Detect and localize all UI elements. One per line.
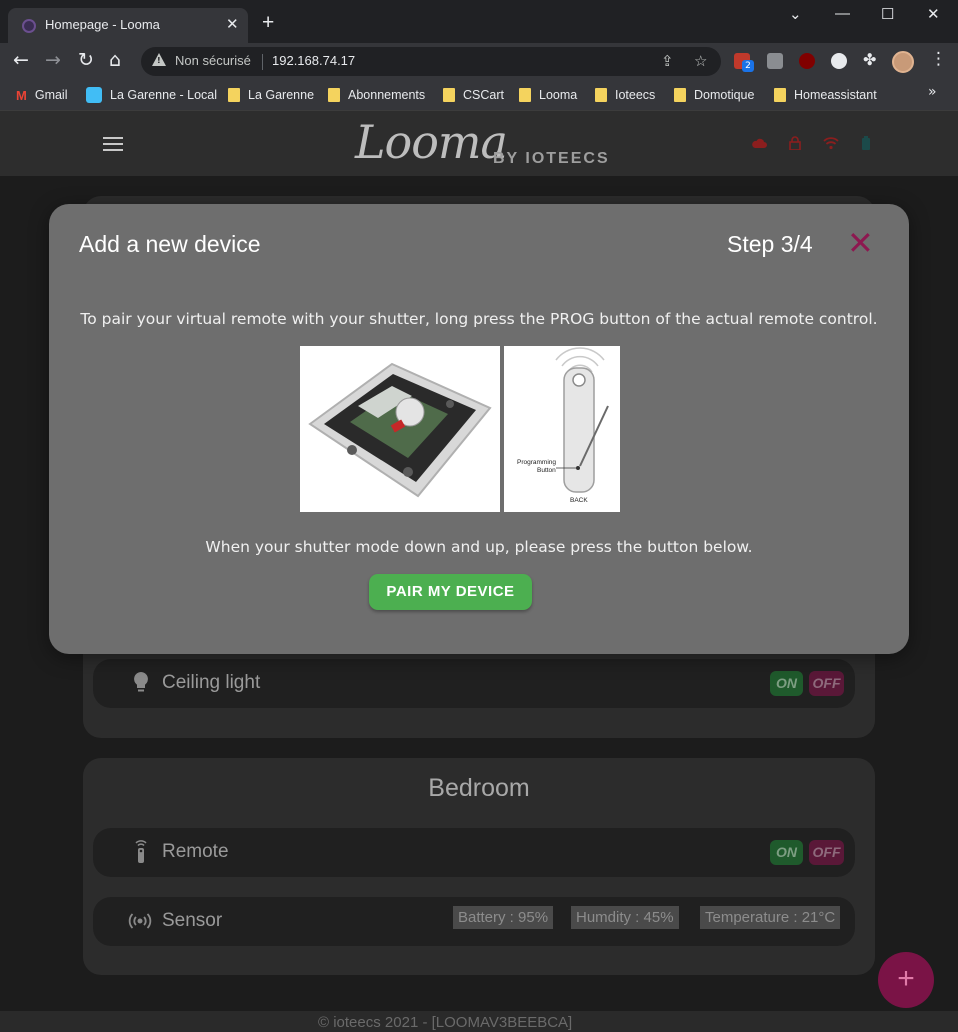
on-button[interactable]: ON <box>770 671 803 696</box>
browser-titlebar: Homepage - Looma ✕ + ⌄ — ☐ ✕ <box>0 0 958 43</box>
device-name: Ceiling light <box>162 672 261 693</box>
close-window-button[interactable]: ✕ <box>927 5 940 23</box>
forward-icon[interactable]: → <box>45 49 61 71</box>
minimize-button[interactable]: — <box>835 5 850 22</box>
folder-icon <box>774 88 786 102</box>
extensions-puzzle-icon[interactable]: ✤ <box>863 50 876 69</box>
reload-icon[interactable]: ↻ <box>78 49 94 71</box>
room-card-bedroom: Bedroom Remote ON OFF Sensor Battery : 9… <box>83 758 875 975</box>
button-label: Button <box>537 467 556 474</box>
tab-search-icon[interactable]: ⌄ <box>789 5 802 23</box>
bulb-icon <box>134 672 148 692</box>
new-tab-button[interactable]: + <box>262 12 274 33</box>
bookmark-la-garenne-local[interactable]: La Garenne - Local <box>86 85 217 105</box>
extension-badge: 2 <box>742 60 754 72</box>
camera-extension-icon[interactable] <box>767 53 783 69</box>
device-ceiling-light: Ceiling light ON OFF <box>93 659 855 708</box>
bookmark-label: La Garenne - Local <box>110 88 218 102</box>
bookmark-homeassistant[interactable]: Homeassistant <box>774 85 877 105</box>
omnibox-divider <box>262 54 263 70</box>
lock-icon <box>789 136 801 150</box>
extension-icon[interactable]: 2 <box>734 53 754 72</box>
modal-step: Step 3/4 <box>727 231 813 257</box>
device-sensor: Sensor Battery : 95% Humdity : 45% Tempe… <box>93 897 855 946</box>
wall-switch-image <box>300 346 500 512</box>
browser-toolbar: ← → ↻ ⌂ Non sécurisé 192.168.74.17 ⇪ ☆ 2… <box>0 43 958 80</box>
on-button[interactable]: ON <box>770 840 803 865</box>
bookmark-ioteecs[interactable]: Ioteecs <box>595 85 655 105</box>
bookmark-label: Looma <box>539 88 578 102</box>
bookmark-label: Abonnements <box>348 88 426 102</box>
bookmark-looma[interactable]: Looma <box>519 85 577 105</box>
folder-icon <box>443 88 455 102</box>
tab-close-icon[interactable]: ✕ <box>226 15 239 33</box>
home-icon[interactable]: ⌂ <box>109 49 121 71</box>
bookmark-label: Homeassistant <box>794 88 877 102</box>
off-button[interactable]: OFF <box>809 840 844 865</box>
add-device-modal: Add a new device Step 3/4 ✕ To pair your… <box>49 204 909 654</box>
bookmark-la-garenne[interactable]: La Garenne <box>228 85 314 105</box>
folder-icon <box>328 88 340 102</box>
warning-icon[interactable] <box>152 53 166 66</box>
modal-title: Add a new device <box>79 231 261 257</box>
remote-control-image: Programming Button BACK <box>504 346 620 512</box>
temperature-chip: Temperature : 21°C <box>700 906 841 929</box>
folder-icon <box>674 88 686 102</box>
bookmarks-bar: M Gmail La Garenne - Local La Garenne Ab… <box>0 80 958 111</box>
cloud-icon <box>752 138 767 148</box>
back-label: BACK <box>570 497 588 504</box>
off-button[interactable]: OFF <box>809 671 844 696</box>
not-secure-label[interactable]: Non sécurisé <box>175 53 251 68</box>
browser-tab[interactable]: Homepage - Looma ✕ <box>8 8 248 43</box>
device-name: Sensor <box>162 910 223 931</box>
gmail-icon: M <box>16 87 27 103</box>
close-icon[interactable]: ✕ <box>847 226 874 260</box>
looma-logo: Looma <box>355 115 508 169</box>
tab-title: Homepage - Looma <box>45 17 160 32</box>
device-name: Remote <box>162 841 229 862</box>
folder-icon <box>519 88 531 102</box>
profile-avatar[interactable] <box>892 51 914 73</box>
bookmark-label: Gmail <box>34 88 68 102</box>
wifi-icon <box>823 137 839 150</box>
device-remote: Remote ON OFF <box>93 828 855 877</box>
browser-menu-icon[interactable]: ⋮ <box>930 49 947 69</box>
url-text[interactable]: 192.168.74.17 <box>272 53 355 68</box>
back-icon[interactable]: ← <box>13 49 29 71</box>
shield-extension-icon[interactable] <box>831 53 847 69</box>
maximize-button[interactable]: ☐ <box>881 5 894 23</box>
bookmark-domotique[interactable]: Domotique <box>674 85 754 105</box>
sensor-icon <box>128 913 152 929</box>
bookmark-label: CSCart <box>463 88 504 102</box>
room-title: Bedroom <box>428 774 530 802</box>
bookmark-abonnements[interactable]: Abonnements <box>328 85 425 105</box>
battery-icon <box>862 136 870 150</box>
menu-icon[interactable] <box>103 137 123 151</box>
footer-text: © ioteecs 2021 - [LOOMAV3BEEBCA] <box>318 1014 573 1031</box>
logo-byline: BY IOTEECS <box>493 150 610 167</box>
home-assistant-icon <box>86 87 102 103</box>
folder-icon <box>595 88 607 102</box>
bookmark-label: La Garenne <box>248 88 315 102</box>
bookmark-gmail[interactable]: M Gmail <box>16 85 68 105</box>
folder-icon <box>228 88 240 102</box>
address-bar[interactable]: Non sécurisé 192.168.74.17 ⇪ ☆ <box>141 47 721 76</box>
bookmark-star-icon[interactable]: ☆ <box>694 52 707 70</box>
tab-favicon-icon <box>22 19 36 33</box>
share-icon[interactable]: ⇪ <box>661 52 674 70</box>
battery-chip: Battery : 95% <box>453 906 554 929</box>
add-device-button[interactable]: + <box>878 952 934 1008</box>
bookmark-label: Domotique <box>694 88 755 102</box>
remote-icon <box>135 840 147 863</box>
humidity-chip: Humdity : 45% <box>571 906 679 929</box>
ublock-extension-icon[interactable] <box>799 53 815 69</box>
programming-label: Programming <box>517 459 557 466</box>
more-bookmarks-icon[interactable]: » <box>928 84 937 100</box>
bookmark-cscart[interactable]: CSCart <box>443 85 504 105</box>
bookmark-label: Ioteecs <box>615 88 656 102</box>
pairing-instruction-2: When your shutter mode down and up, plea… <box>205 538 753 556</box>
pairing-instruction: To pair your virtual remote with your sh… <box>80 310 878 328</box>
app-header: Looma BY IOTEECS <box>0 111 958 176</box>
pair-device-button[interactable]: PAIR MY DEVICE <box>369 574 532 610</box>
